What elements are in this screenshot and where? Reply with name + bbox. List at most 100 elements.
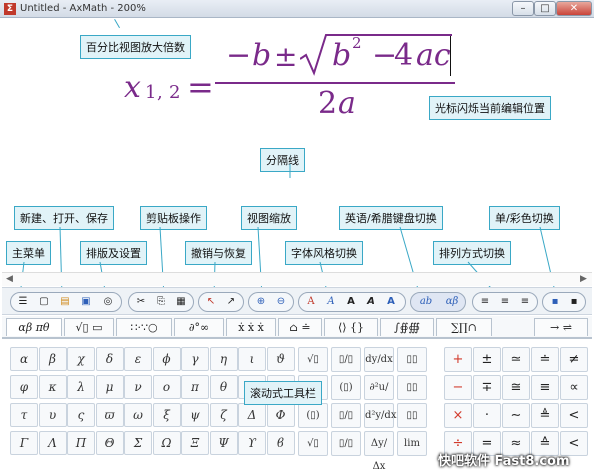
greek-symbol-button[interactable]: ψ	[181, 403, 209, 427]
operator-button[interactable]: ≠	[560, 347, 588, 372]
template-button[interactable]: ▯/▯	[331, 347, 361, 372]
greek-symbol-button[interactable]: π	[181, 375, 209, 399]
template-button[interactable]: √▯	[298, 347, 328, 372]
template-button[interactable]: lim	[397, 431, 427, 456]
tab-roots[interactable]: √▯ ▭	[64, 318, 114, 336]
operator-button[interactable]: ∝	[560, 375, 588, 400]
font-style-5-button[interactable]: A	[383, 295, 399, 309]
operator-button[interactable]: ≜	[531, 403, 559, 428]
greek-symbol-button[interactable]: Ξ	[181, 431, 209, 455]
greek-symbol-button[interactable]: ξ	[152, 403, 181, 427]
copy-icon[interactable]: ⎘	[153, 295, 169, 309]
operator-button[interactable]: ≡	[531, 375, 559, 400]
settings-icon[interactable]: ◎	[100, 295, 116, 309]
scroll-right-icon[interactable]: ▶	[580, 274, 587, 284]
operator-button[interactable]: ≐	[531, 347, 559, 372]
greek-symbol-button[interactable]: ω	[124, 403, 152, 427]
tab-brackets[interactable]: ⟨⟩ {}	[324, 318, 378, 336]
scroll-left-icon[interactable]: ◀	[6, 274, 13, 284]
tab-calculus-symbols[interactable]: ∂°∞	[174, 318, 224, 336]
operator-button[interactable]: ∼	[502, 403, 530, 428]
color-mode-icon[interactable]: ▪	[547, 295, 563, 309]
operator-button[interactable]: ±	[473, 347, 501, 372]
save-file-icon[interactable]: ▣	[78, 295, 94, 309]
align-center-icon[interactable]: ≡	[497, 295, 513, 309]
template-button[interactable]: ▯▯	[397, 403, 427, 428]
undo-icon[interactable]: ↖	[203, 295, 219, 309]
greek-symbol-button[interactable]: ο	[152, 375, 181, 399]
greek-symbol-button[interactable]: ζ	[209, 403, 238, 427]
template-button[interactable]: ▯▯	[397, 347, 427, 372]
greek-symbol-button[interactable]: Ω	[152, 431, 181, 455]
tab-sums[interactable]: ∑∏∩	[436, 318, 492, 336]
template-button[interactable]: (▯)	[298, 403, 328, 428]
greek-symbol-button[interactable]: ϕ	[152, 347, 181, 371]
new-file-icon[interactable]: ▢	[36, 295, 52, 309]
zoom-out-icon[interactable]: ⊖	[273, 295, 289, 309]
operator-button[interactable]: <	[560, 403, 588, 428]
greek-symbol-button[interactable]: λ	[67, 375, 95, 399]
operator-button[interactable]: ·	[473, 403, 501, 428]
greek-symbol-button[interactable]: υ	[38, 403, 67, 427]
template-button[interactable]: ▯/▯	[331, 431, 361, 456]
main-menu-icon[interactable]: ☰	[15, 295, 31, 309]
greek-symbol-button[interactable]: θ	[209, 375, 238, 399]
paste-icon[interactable]: ▦	[173, 295, 189, 309]
cut-icon[interactable]: ✂	[133, 295, 149, 309]
greek-symbol-button[interactable]: τ	[10, 403, 38, 427]
greek-symbol-button[interactable]: Π	[67, 431, 95, 455]
template-button[interactable]: √▯	[298, 431, 328, 456]
greek-symbol-button[interactable]: ν	[124, 375, 152, 399]
horizontal-scrollbar[interactable]: ◀ ▶	[2, 272, 592, 286]
tab-overbars[interactable]: ⌂ ≐	[278, 318, 322, 336]
greek-symbol-button[interactable]: β	[38, 347, 67, 371]
operator-button[interactable]: +	[444, 347, 472, 372]
greek-symbol-button[interactable]: ϐ	[266, 431, 295, 455]
greek-symbol-button[interactable]: χ	[67, 347, 95, 371]
greek-symbol-button[interactable]: η	[209, 347, 238, 371]
template-button[interactable]: dy/dx	[364, 347, 394, 372]
template-button[interactable]: Δy/Δx	[364, 431, 394, 472]
greek-symbol-button[interactable]: Φ	[266, 403, 295, 427]
mono-mode-icon[interactable]: ▪	[566, 295, 582, 309]
greek-symbol-button[interactable]: Ψ	[209, 431, 238, 455]
font-style-4-button[interactable]: A	[363, 295, 379, 309]
english-keyboard-button[interactable]: ab	[415, 295, 437, 309]
align-left-icon[interactable]: ≡	[477, 295, 493, 309]
greek-symbol-button[interactable]: δ	[95, 347, 124, 371]
greek-symbol-button[interactable]: Δ	[238, 403, 266, 427]
operator-button[interactable]: −	[444, 375, 472, 400]
redo-icon[interactable]: ↗	[223, 295, 239, 309]
tab-arrows[interactable]: → ⇌	[534, 318, 588, 336]
greek-symbol-button[interactable]: Θ	[95, 431, 124, 455]
greek-symbol-button[interactable]: ς	[67, 403, 95, 427]
font-style-1-button[interactable]: A	[303, 295, 319, 309]
template-button[interactable]: ▯/▯	[331, 403, 361, 428]
greek-symbol-button[interactable]: Λ	[38, 431, 67, 455]
greek-symbol-button[interactable]: φ	[10, 375, 38, 399]
tab-integrals[interactable]: ∫∯∰	[380, 318, 434, 336]
greek-keyboard-button[interactable]: αβ	[441, 295, 463, 309]
operator-button[interactable]: ≃	[502, 347, 530, 372]
operator-button[interactable]: ≅	[502, 375, 530, 400]
greek-symbol-button[interactable]: ε	[124, 347, 152, 371]
greek-symbol-button[interactable]: ϒ	[238, 431, 266, 455]
greek-symbol-button[interactable]: μ	[95, 375, 124, 399]
zoom-in-icon[interactable]: ⊕	[253, 295, 269, 309]
greek-symbol-button[interactable]: ϖ	[95, 403, 124, 427]
tab-accents[interactable]: ẋ ẋ ẋ	[226, 318, 276, 336]
operator-button[interactable]: ×	[444, 403, 472, 428]
operator-button[interactable]: ∓	[473, 375, 501, 400]
greek-symbol-button[interactable]: Σ	[124, 431, 152, 455]
tab-greek[interactable]: αβ πθ	[6, 318, 62, 336]
greek-symbol-button[interactable]: α	[10, 347, 38, 371]
greek-symbol-button[interactable]: γ	[181, 347, 209, 371]
align-right-icon[interactable]: ≡	[517, 295, 533, 309]
tab-dots[interactable]: ∷·∵○	[116, 318, 172, 336]
greek-symbol-button[interactable]: Γ	[10, 431, 38, 455]
greek-symbol-button[interactable]: κ	[38, 375, 67, 399]
greek-symbol-button[interactable]: ϑ	[266, 347, 295, 371]
template-button[interactable]: d²y/dx²	[364, 403, 400, 428]
font-style-2-button[interactable]: A	[323, 295, 339, 309]
template-button[interactable]: ▯▯	[397, 375, 427, 400]
